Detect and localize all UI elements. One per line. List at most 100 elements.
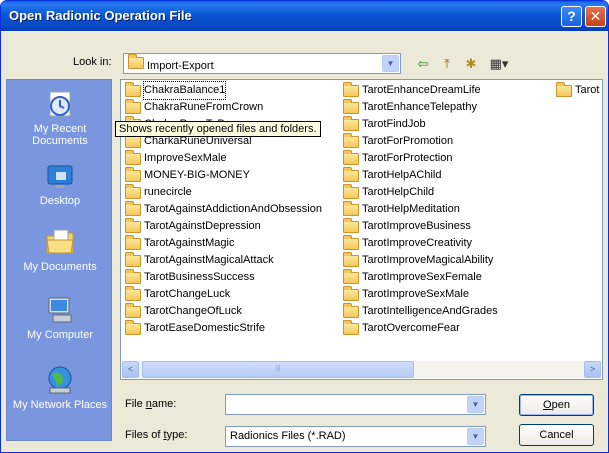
folder-icon <box>125 98 141 114</box>
cancel-button[interactable]: Cancel <box>519 424 594 446</box>
file-name: ImproveSexMale <box>144 152 227 164</box>
folder-icon <box>125 132 141 148</box>
places-bar: My Recent Documents Desktop My Documents <box>6 79 112 441</box>
list-item[interactable]: TarotAgainstMagicalAttack <box>125 251 322 269</box>
list-item[interactable]: Tarot <box>556 81 600 99</box>
folder-icon <box>125 166 141 182</box>
folder-icon <box>125 319 141 335</box>
help-button[interactable]: ? <box>561 6 582 27</box>
list-item[interactable]: TarotForProtection <box>343 149 498 167</box>
file-name: TarotImproveSexFemale <box>362 271 482 283</box>
my-documents-icon <box>46 229 74 254</box>
place-network-places[interactable]: My Network Places <box>7 364 113 411</box>
list-item[interactable]: TarotChangeOfLuck <box>125 302 322 320</box>
list-item[interactable]: TarotHelpMeditation <box>343 200 498 218</box>
list-item[interactable]: ChakraRuneFromCrown <box>125 98 322 116</box>
list-item[interactable]: TarotChangeLuck <box>125 285 322 303</box>
up-folder-button[interactable]: ⤒ <box>437 55 457 73</box>
list-item[interactable]: TarotHelpAChild <box>343 166 498 184</box>
folder-icon <box>343 217 359 233</box>
file-name-input[interactable]: ▼ <box>225 394 486 415</box>
folder-icon <box>125 149 141 165</box>
list-item[interactable]: runecircle <box>125 183 322 201</box>
place-desktop[interactable]: Desktop <box>7 160 113 207</box>
list-item[interactable]: TarotIntelligenceAndGrades <box>343 302 498 320</box>
file-name: TarotAgainstAddictionAndObsession <box>144 203 322 215</box>
back-button[interactable]: ⇦ <box>413 55 433 73</box>
chevron-down-icon[interactable]: ▼ <box>467 428 484 445</box>
horizontal-scrollbar[interactable]: < ||| > <box>122 361 601 378</box>
folder-icon <box>343 81 359 97</box>
folder-icon <box>125 81 141 97</box>
list-item[interactable]: MONEY-BIG-MONEY <box>125 166 322 184</box>
network-places-icon <box>48 366 72 394</box>
views-menu-button[interactable]: ▦▾ <box>485 55 513 73</box>
new-folder-button[interactable]: ✱ <box>461 55 481 73</box>
chevron-down-icon[interactable]: ▼ <box>382 55 399 72</box>
open-button[interactable]: Open <box>519 394 594 416</box>
list-item[interactable]: TarotFindJob <box>343 115 498 133</box>
my-computer-icon <box>48 297 72 323</box>
list-item[interactable]: ImproveSexMale <box>125 149 322 167</box>
place-my-computer[interactable]: My Computer <box>7 294 113 341</box>
list-item[interactable]: TarotAgainstMagic <box>125 234 322 252</box>
folder-icon <box>343 200 359 216</box>
place-my-documents[interactable]: My Documents <box>7 226 113 273</box>
folder-icon <box>125 251 141 267</box>
place-label: My Recent Documents <box>32 123 88 147</box>
list-item[interactable]: TarotAgainstDepression <box>125 217 322 235</box>
file-name: TarotEnhanceDreamLife <box>362 84 481 96</box>
list-item[interactable]: TarotImproveMagicalAbility <box>343 251 498 269</box>
file-column: TarotEnhanceDreamLife TarotEnhanceTelepa… <box>343 81 498 337</box>
folder-icon <box>125 200 141 216</box>
file-type-dropdown[interactable]: Radionics Files (*.RAD) ▼ <box>225 426 486 447</box>
look-in-value: Import-Export <box>128 54 214 72</box>
list-item[interactable]: TarotImproveBusiness <box>343 217 498 235</box>
scroll-right-button[interactable]: > <box>584 361 601 378</box>
folder-icon <box>343 234 359 250</box>
list-item[interactable]: TarotOvercomeFear <box>343 319 498 337</box>
list-item[interactable]: TarotImproveSexFemale <box>343 268 498 286</box>
folder-icon <box>343 251 359 267</box>
scrollbar-thumb[interactable]: ||| <box>142 361 414 378</box>
folder-icon <box>125 302 141 318</box>
folder-icon <box>125 268 141 284</box>
title-bar[interactable]: Open Radionic Operation File ? ✕ <box>1 1 608 31</box>
file-name: ChakraBalance1 <box>142 81 227 100</box>
folder-icon <box>556 81 572 97</box>
file-name: Tarot <box>575 84 600 96</box>
list-item[interactable]: TarotHelpChild <box>343 183 498 201</box>
list-item[interactable]: TarotEnhanceDreamLife <box>343 81 498 99</box>
folder-icon <box>343 319 359 335</box>
file-name: TarotFindJob <box>362 118 426 130</box>
list-item[interactable]: TarotImproveSexMale <box>343 285 498 303</box>
place-label: My Computer <box>26 329 94 341</box>
list-item[interactable]: TarotForPromotion <box>343 132 498 150</box>
chevron-down-icon[interactable]: ▼ <box>467 396 484 413</box>
file-name: TarotImproveMagicalAbility <box>362 254 494 266</box>
file-name: ChakraRuneFromCrown <box>144 101 264 113</box>
file-name: TarotHelpChild <box>362 186 435 198</box>
list-item[interactable]: TarotImproveCreativity <box>343 234 498 252</box>
file-name-label: File name: <box>125 398 177 410</box>
file-name: TarotImproveCreativity <box>362 237 473 249</box>
desktop-icon <box>47 165 73 188</box>
file-name: TarotHelpMeditation <box>362 203 460 215</box>
folder-icon <box>125 285 141 301</box>
list-item[interactable]: TarotBusinessSuccess <box>125 268 322 286</box>
file-name: TarotForPromotion <box>362 135 454 147</box>
list-item[interactable]: ChakraBalance1 <box>125 81 322 100</box>
list-item[interactable]: TarotEnhanceTelepathy <box>343 98 498 116</box>
file-name: TarotAgainstMagicalAttack <box>144 254 274 266</box>
place-recent-documents[interactable]: My Recent Documents <box>7 88 113 147</box>
file-name: TarotChangeLuck <box>144 288 231 300</box>
folder-icon <box>343 115 359 131</box>
file-name: TarotEaseDomesticStrife <box>144 322 266 334</box>
list-item[interactable]: TarotAgainstAddictionAndObsession <box>125 200 322 218</box>
list-item[interactable]: TarotEaseDomesticStrife <box>125 319 322 337</box>
close-button[interactable]: ✕ <box>585 6 606 27</box>
scroll-left-button[interactable]: < <box>122 361 139 378</box>
file-name: TarotHelpAChild <box>362 169 442 181</box>
look-in-dropdown[interactable]: Import-Export ▼ <box>123 53 401 74</box>
file-name: TarotImproveBusiness <box>362 220 471 232</box>
